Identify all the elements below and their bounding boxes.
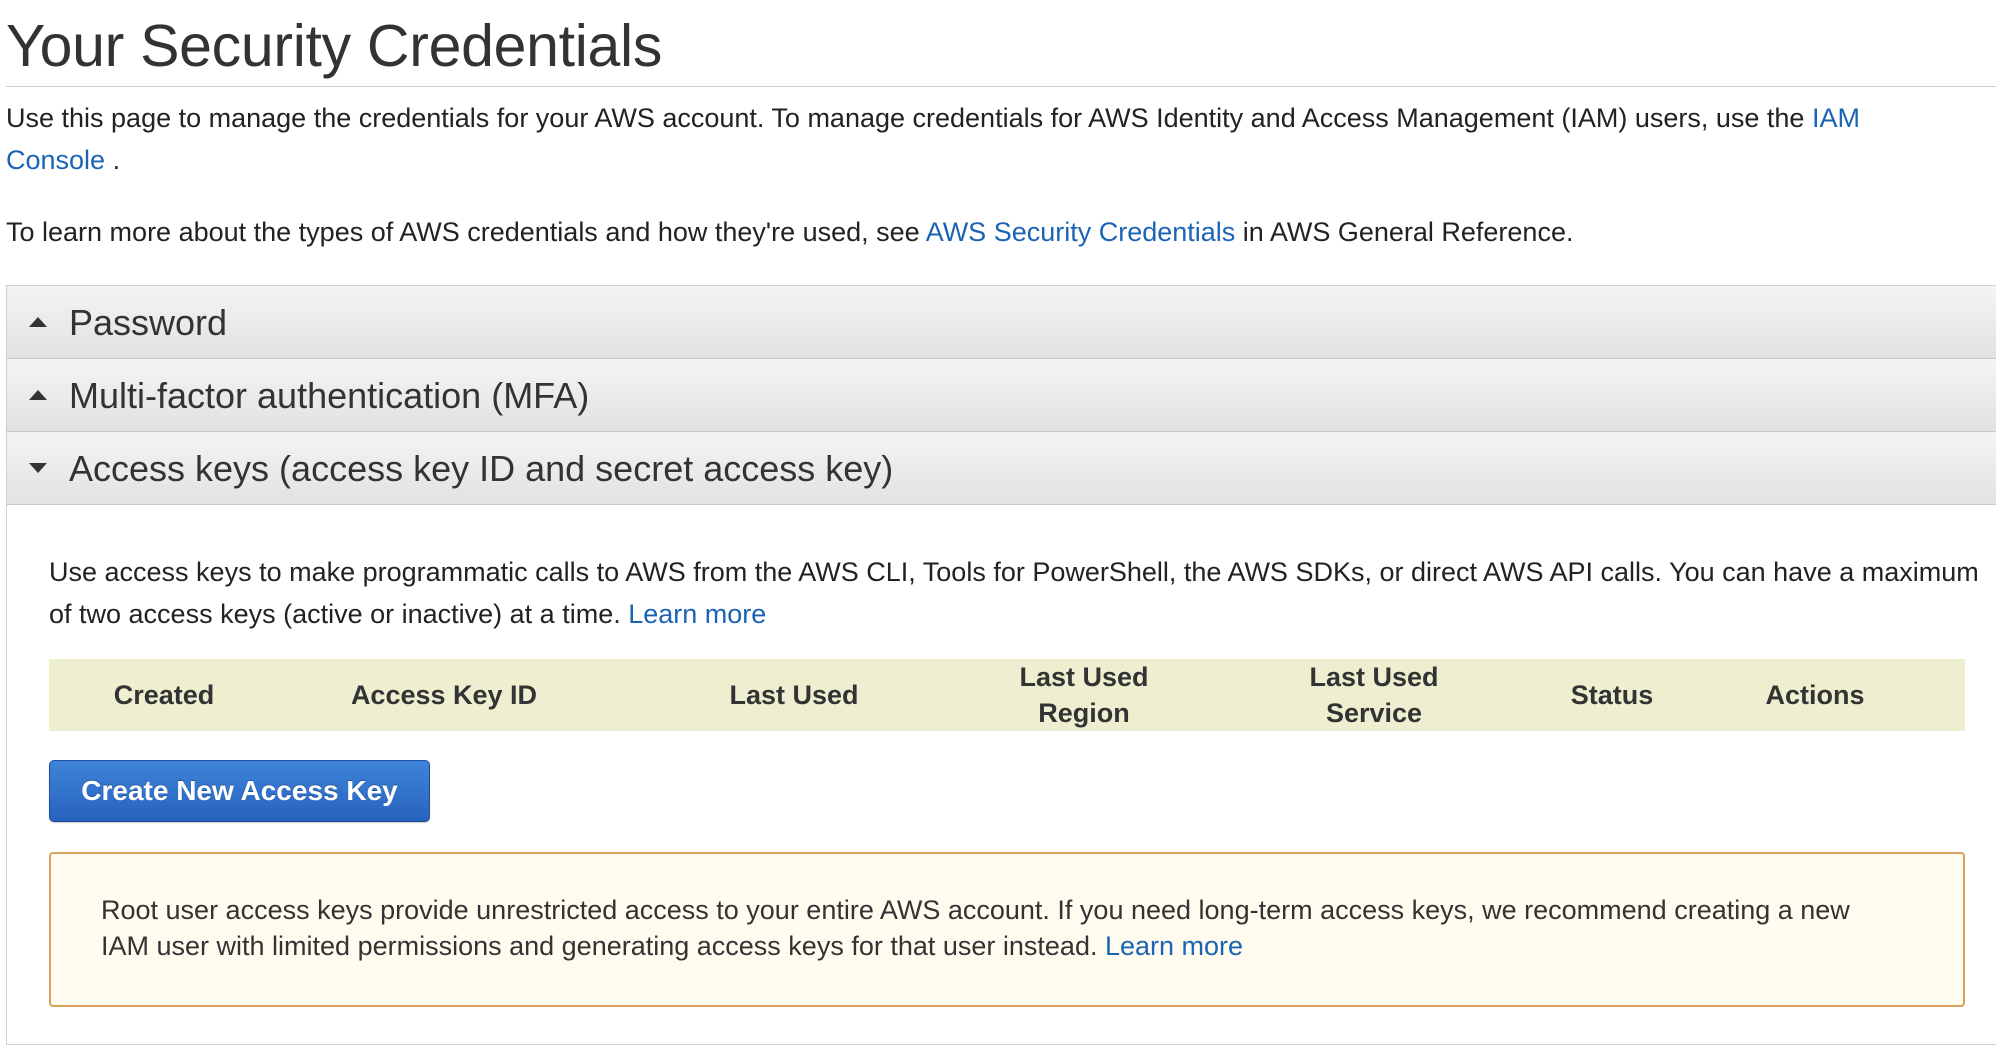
- accordion-header-access-keys[interactable]: Access keys (access key ID and secret ac…: [7, 432, 1996, 505]
- caret-up-icon: [29, 317, 47, 327]
- intro2-text: To learn more about the types of AWS cre…: [6, 217, 926, 247]
- accordion-label: Access keys (access key ID and secret ac…: [69, 447, 894, 489]
- column-header-last-used-service[interactable]: Last Used Service: [1189, 659, 1559, 731]
- column-header-access-key-id[interactable]: Access Key ID: [279, 659, 609, 731]
- warning-learn-more-link[interactable]: Learn more: [1105, 931, 1243, 961]
- title-divider: [6, 86, 1996, 87]
- caret-down-icon: [29, 463, 47, 473]
- access-keys-description-text: Use access keys to make programmatic cal…: [49, 557, 1979, 629]
- access-keys-table: Created Access Key ID Last Used Last Use…: [49, 659, 1965, 731]
- caret-up-icon: [29, 390, 47, 400]
- intro-end: .: [105, 145, 121, 175]
- page-title: Your Security Credentials: [6, 13, 663, 79]
- access-keys-learn-more-link[interactable]: Learn more: [628, 599, 766, 629]
- credentials-accordion: Password Multi-factor authentication (MF…: [6, 285, 1996, 1045]
- access-keys-description: Use access keys to make programmatic cal…: [49, 551, 1979, 635]
- intro-paragraph: Use this page to manage the credentials …: [6, 97, 1966, 181]
- intro-text: Use this page to manage the credentials …: [6, 103, 1812, 133]
- column-header-last-used[interactable]: Last Used: [609, 659, 979, 731]
- aws-security-credentials-link[interactable]: AWS Security Credentials: [926, 217, 1236, 247]
- learn-more-paragraph: To learn more about the types of AWS cre…: [6, 211, 1966, 253]
- accordion-header-password[interactable]: Password: [7, 286, 1996, 359]
- column-header-last-used-region[interactable]: Last Used Region: [979, 659, 1189, 731]
- column-header-status[interactable]: Status: [1559, 659, 1665, 731]
- warning-message: Root user access keys provide unrestrict…: [101, 892, 1901, 964]
- column-header-actions[interactable]: Actions: [1665, 659, 1965, 731]
- warning-text: Root user access keys provide unrestrict…: [101, 895, 1850, 961]
- accordion-header-mfa[interactable]: Multi-factor authentication (MFA): [7, 359, 1996, 432]
- root-keys-warning: Root user access keys provide unrestrict…: [49, 852, 1965, 1007]
- create-new-access-key-button[interactable]: Create New Access Key: [49, 760, 430, 822]
- column-header-created[interactable]: Created: [49, 659, 279, 731]
- accordion-label: Password: [69, 301, 228, 343]
- intro2-end: in AWS General Reference.: [1235, 217, 1574, 247]
- table-header-row: Created Access Key ID Last Used Last Use…: [49, 659, 1965, 731]
- accordion-label: Multi-factor authentication (MFA): [69, 374, 590, 416]
